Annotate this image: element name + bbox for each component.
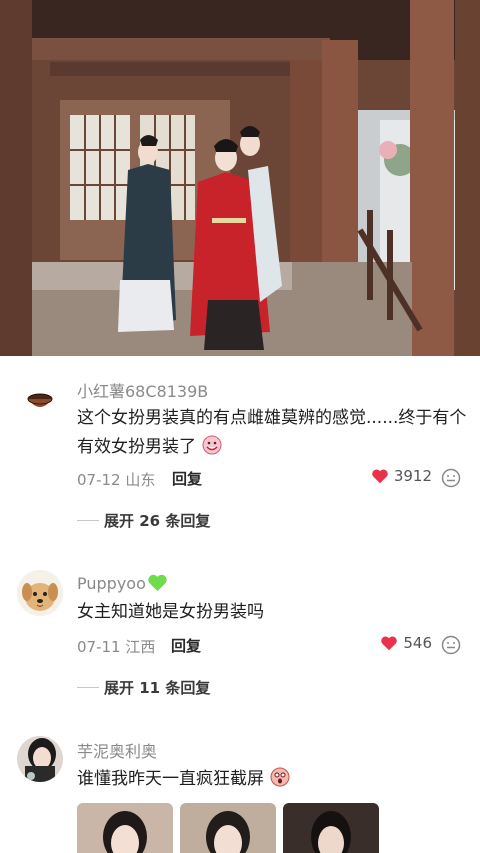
comment-username-text: Puppyoo xyxy=(77,574,146,593)
comment-text-content: 谁懂我昨天一直疯狂截屏 xyxy=(77,769,264,789)
heart-icon xyxy=(381,636,398,651)
post-image[interactable] xyxy=(0,0,480,356)
comment-text[interactable]: 谁懂我昨天一直疯狂截屏 xyxy=(77,765,467,797)
comment-date-location: 07-12 山东 xyxy=(77,471,156,489)
divider xyxy=(77,686,99,688)
smiley-icon[interactable] xyxy=(440,634,462,656)
comment-username[interactable]: 小红薯68C8139B xyxy=(77,378,208,402)
bowl-avatar[interactable] xyxy=(17,378,63,424)
like-button[interactable]: 3912 xyxy=(371,467,432,485)
shocked-emoji xyxy=(270,767,290,797)
comment-text[interactable]: 女主知道她是女扮男装吗 xyxy=(77,598,467,627)
comment-meta: 07-12 山东 回复 3912 xyxy=(77,467,462,491)
attachment-thumbnail[interactable] xyxy=(283,803,379,853)
expand-replies-label: 展开 11 条回复 xyxy=(104,678,211,697)
expand-replies-label: 展开 26 条回复 xyxy=(104,511,211,530)
divider xyxy=(77,519,99,521)
like-count: 546 xyxy=(403,634,432,652)
comment-username[interactable]: Puppyoo xyxy=(77,573,168,596)
expand-replies-button[interactable]: 展开 26 条回复 xyxy=(77,509,210,531)
reply-button[interactable]: 回复 xyxy=(172,468,202,489)
like-count: 3912 xyxy=(393,467,432,485)
attachment-thumbnail[interactable] xyxy=(180,803,276,853)
heart-icon xyxy=(372,469,388,484)
smiley-icon[interactable] xyxy=(440,467,462,489)
green-heart-emoji xyxy=(147,573,168,596)
comment-meta: 07-11 江西 回复 546 xyxy=(77,634,462,658)
comment-text-content: 这个女扮男装真的有点雌雄莫辨的感觉......终于有个有效女扮男装了 xyxy=(77,408,467,457)
image-attachments xyxy=(77,803,379,853)
comment-date-location: 07-11 江西 xyxy=(77,638,156,656)
crying-laughing-emoji xyxy=(202,435,222,465)
like-button[interactable]: 546 xyxy=(380,634,432,652)
girl-avatar[interactable] xyxy=(17,736,63,782)
attachment-thumbnail[interactable] xyxy=(77,803,173,853)
reply-button[interactable]: 回复 xyxy=(171,635,201,656)
expand-replies-button[interactable]: 展开 11 条回复 xyxy=(77,676,210,698)
dog-avatar[interactable] xyxy=(17,570,63,616)
comment-text[interactable]: 这个女扮男装真的有点雌雄莫辨的感觉......终于有个有效女扮男装了 xyxy=(77,404,467,465)
comment-username[interactable]: 芋泥奥利奥 xyxy=(77,738,157,762)
